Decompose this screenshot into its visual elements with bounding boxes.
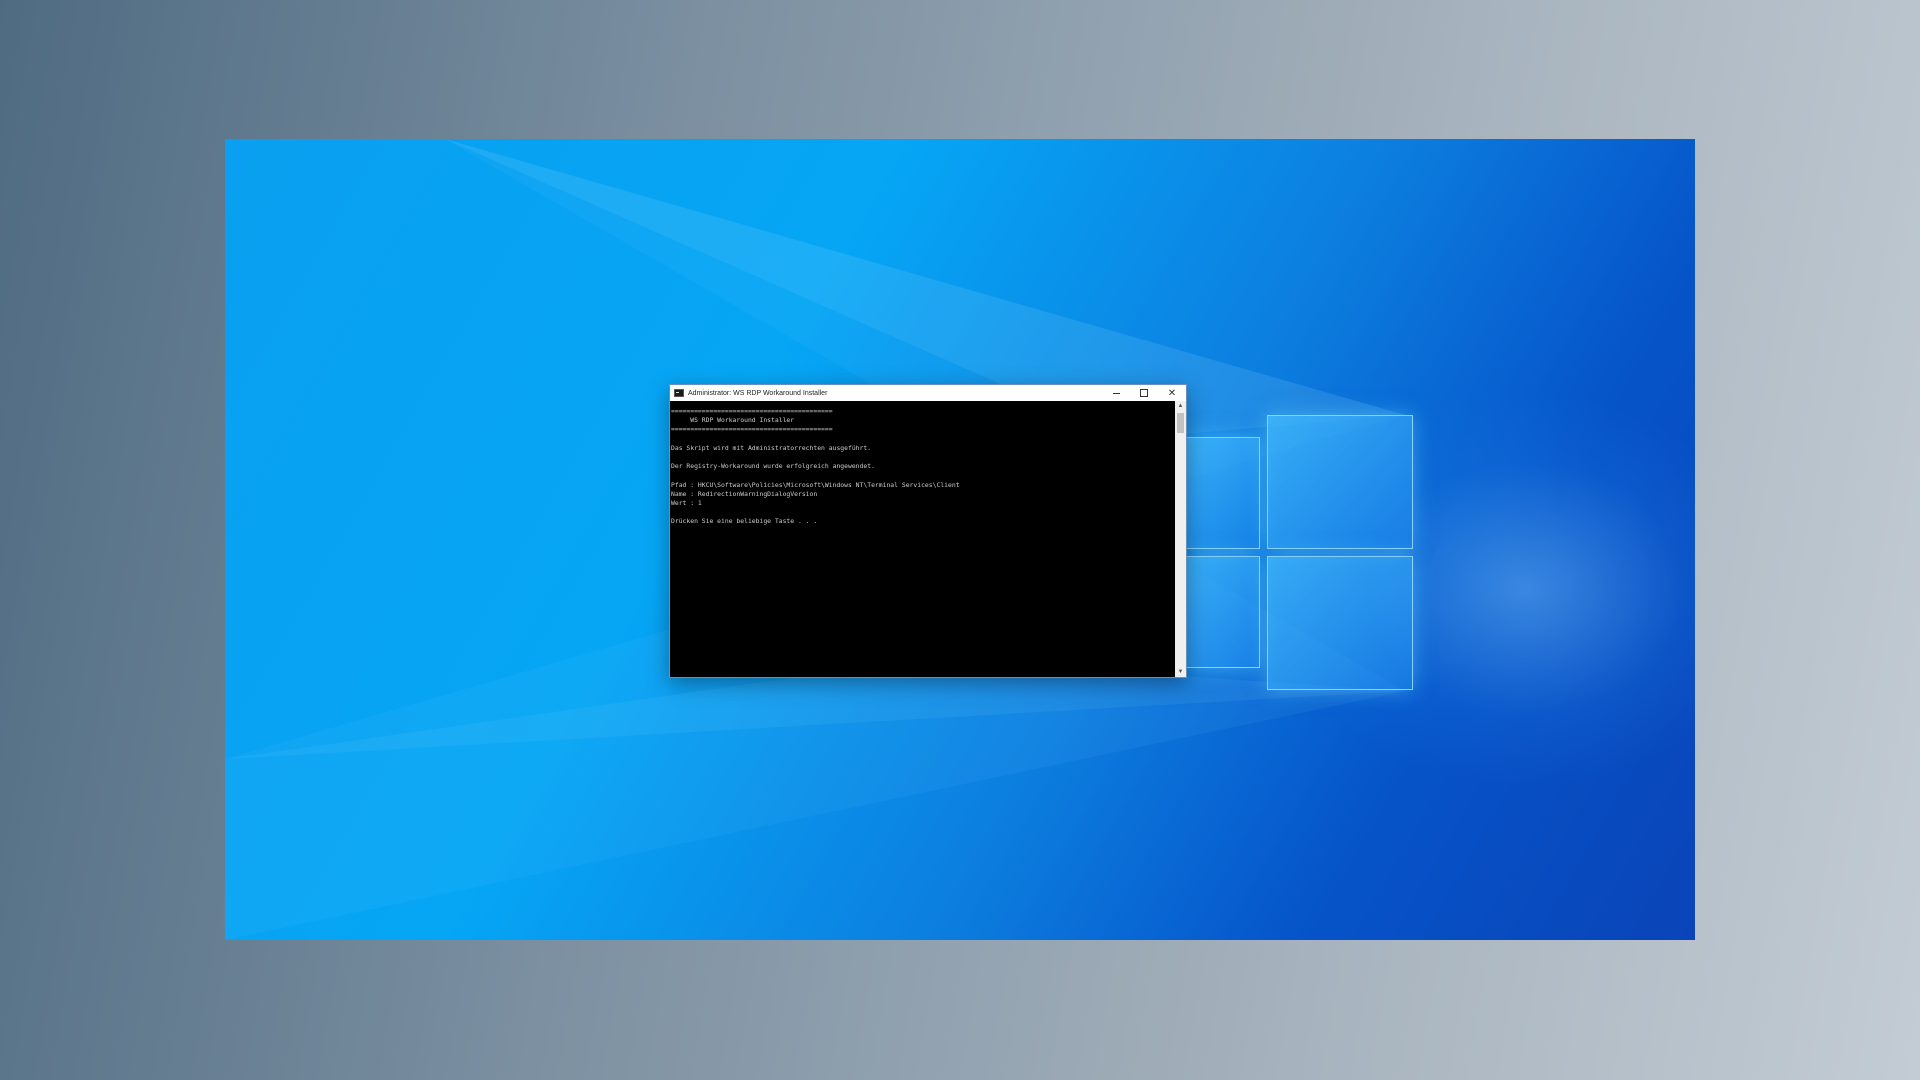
title-bar[interactable]: Administrator: WS RDP Workaround Install… [670,385,1186,401]
scroll-down-icon[interactable]: ▼ [1175,667,1186,677]
cmd-icon[interactable] [674,389,684,397]
logo-pane-top-right [1267,415,1413,549]
console-line: Pfad : HKCU\Software\Policies\Microsoft\… [671,480,960,489]
scroll-up-icon[interactable]: ▲ [1175,401,1186,411]
console-line: ========================================… [671,425,833,434]
console-line: WS RDP Workaround Installer [671,416,795,425]
console-line: Drücken Sie eine beliebige Taste . . . [671,517,818,526]
console-line: ========================================… [671,407,833,415]
console-output[interactable]: ========================================… [670,401,1175,677]
logo-pane-bottom-left [1185,556,1260,668]
logo-pane-top-left [1185,437,1260,549]
console-line: Wert : 1 [671,499,702,508]
minimize-button[interactable] [1102,385,1130,401]
window-controls: ✕ [1102,385,1186,401]
console-line: Der Registry-Workaround wurde erfolgreic… [671,462,875,471]
close-button[interactable]: ✕ [1158,385,1186,401]
console-line: Das Skript wird mit Administratorrechten… [671,443,872,452]
logo-pane-bottom-right [1267,556,1413,690]
maximize-button[interactable] [1130,385,1158,401]
vertical-scrollbar[interactable]: ▲ ▼ [1175,401,1186,677]
windows-logo [1185,415,1435,695]
window-title: Administrator: WS RDP Workaround Install… [688,389,828,397]
console-line: Name : RedirectionWarningDialogVersion [671,489,818,498]
scroll-thumb[interactable] [1177,413,1184,433]
console-window[interactable]: Administrator: WS RDP Workaround Install… [669,384,1187,678]
